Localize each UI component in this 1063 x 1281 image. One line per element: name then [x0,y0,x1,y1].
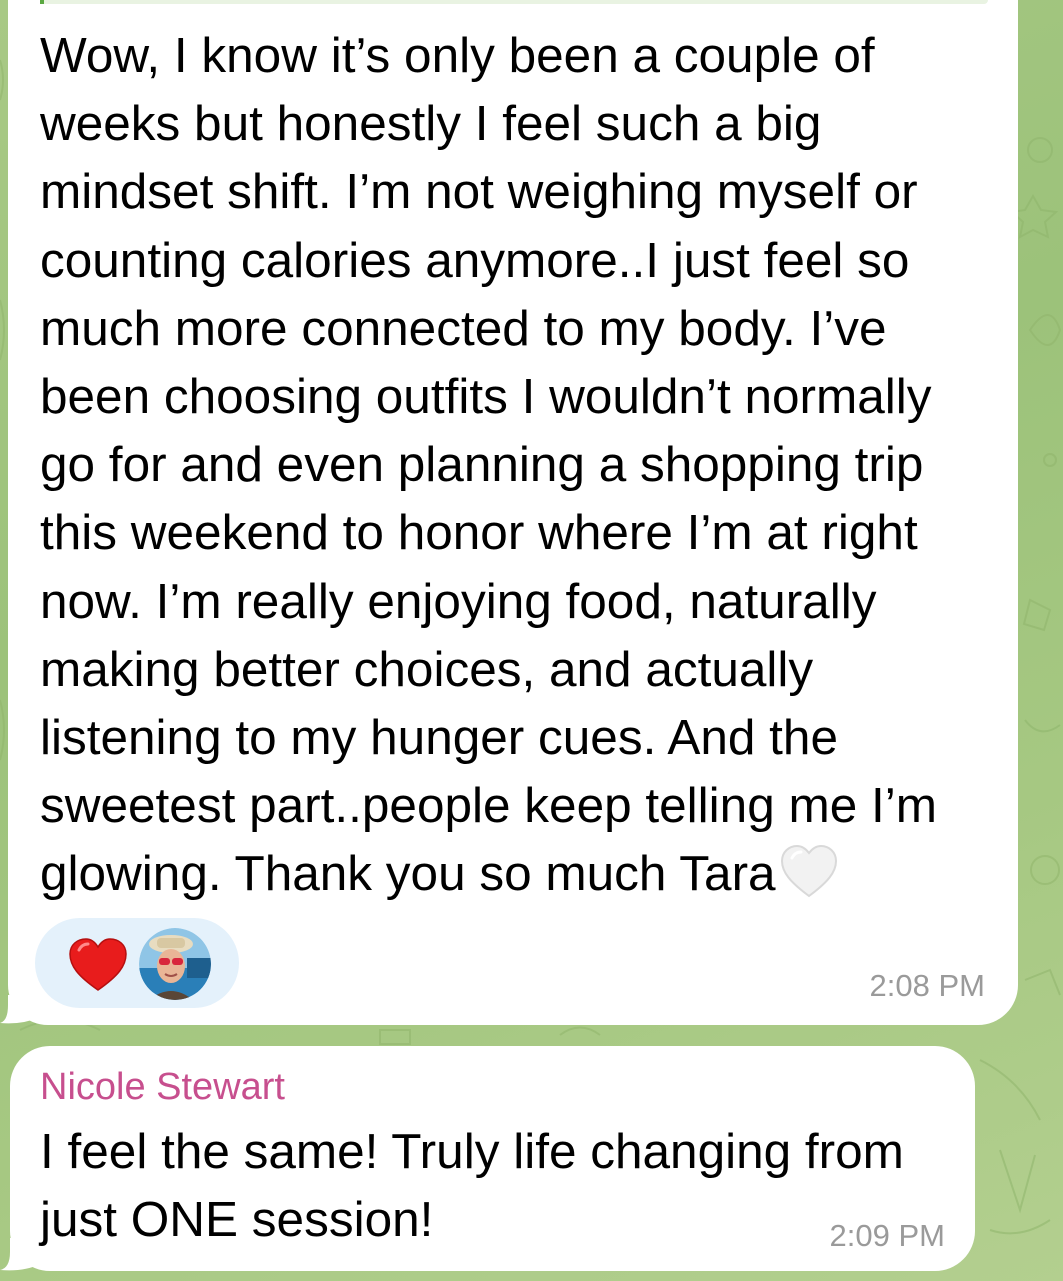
white-heart-icon [780,845,837,898]
red-heart-icon[interactable] [68,937,128,993]
bubble-tail-2 [0,1238,40,1271]
message-timestamp: 2:08 PM [869,968,985,1003]
message-text: Wow, I know it’s only been a couple of w… [40,22,990,909]
sender-name[interactable]: Nicole Stewart [40,1066,285,1109]
reaction-pill[interactable] [35,918,239,1008]
message-timestamp-2: 2:09 PM [829,1218,945,1253]
bubble-tail [0,995,40,1024]
user-avatar-photo[interactable] [139,928,211,1000]
message-body: Wow, I know it’s only been a couple of w… [40,28,937,902]
reply-preview[interactable] [40,0,988,4]
